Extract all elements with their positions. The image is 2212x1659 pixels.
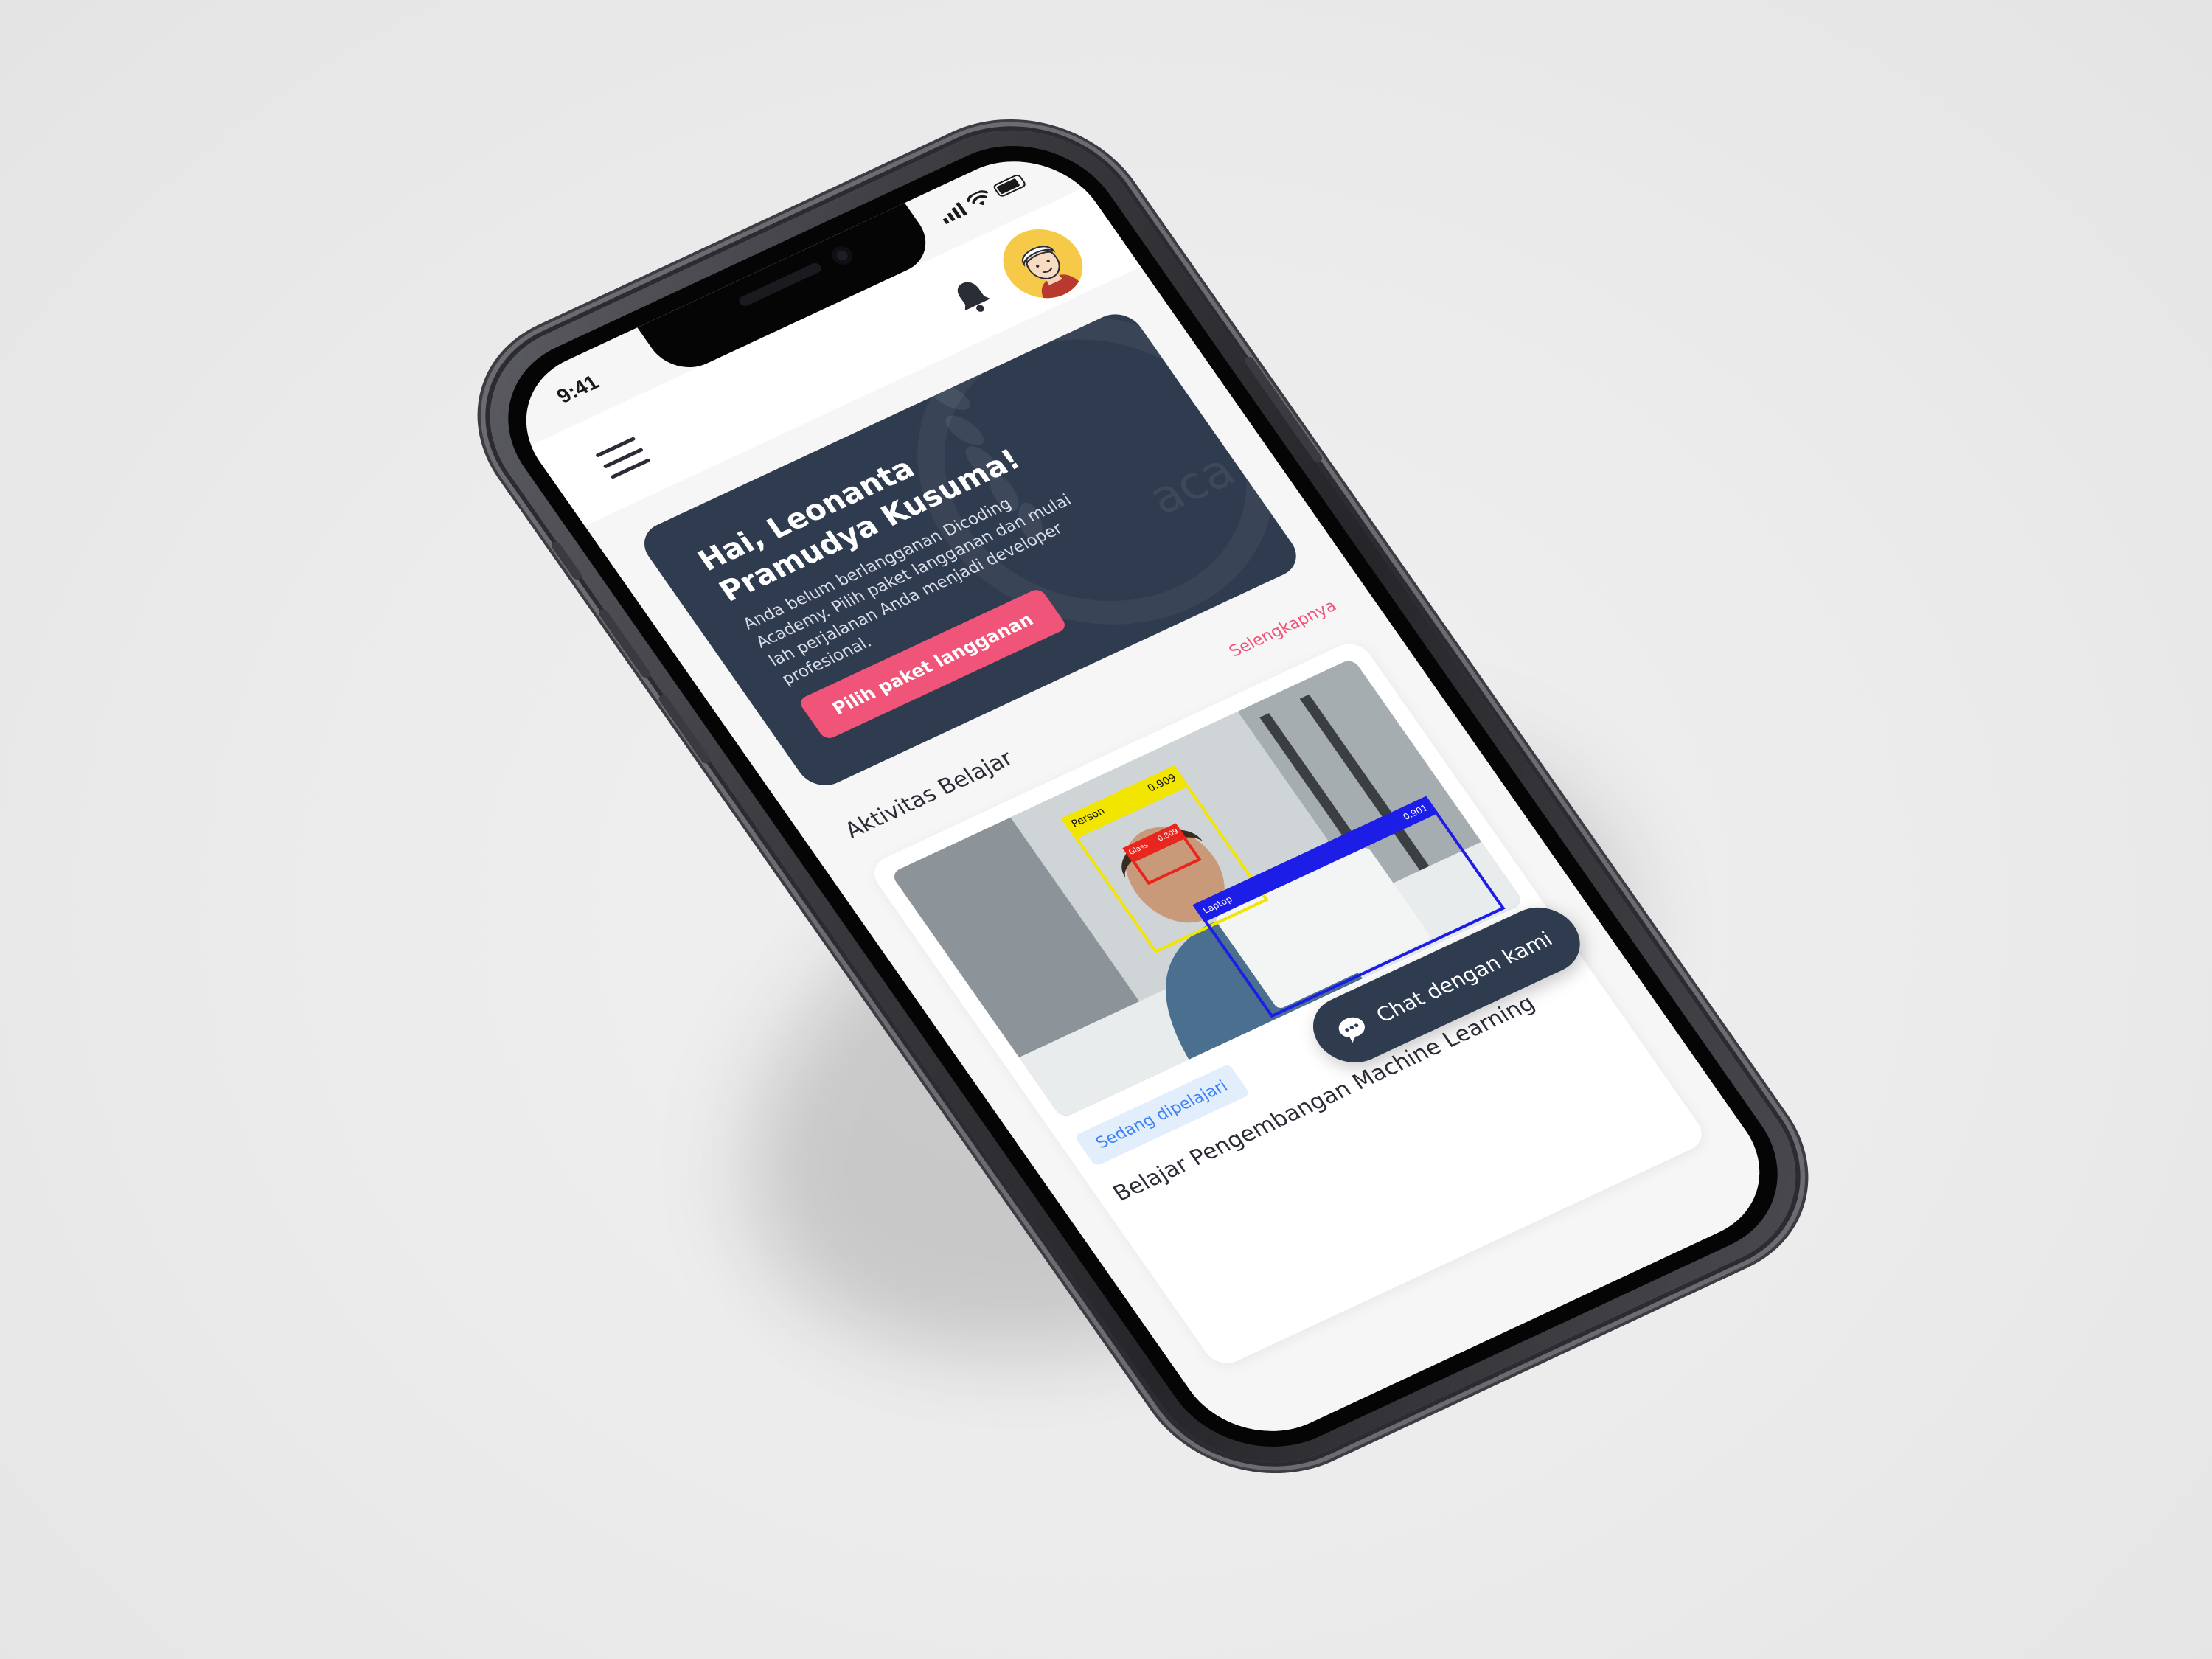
status-time: 9:41 [552, 370, 603, 408]
chat-bubble-icon [1339, 1017, 1366, 1043]
bell-icon[interactable] [945, 274, 999, 321]
cellular-signal-icon [936, 201, 968, 225]
front-camera [827, 243, 857, 268]
hamburger-menu-icon[interactable] [595, 437, 651, 479]
phone-screen: 9:41 aca Hai, Leonanta Pramudya Kusuma! … [493, 135, 1793, 1458]
mockup-stage: 9:41 aca Hai, Leonanta Pramudya Kusuma! … [0, 0, 2212, 1659]
see-more-link[interactable]: Selengkapnya [1225, 597, 1340, 661]
wifi-icon [966, 190, 989, 206]
battery-icon [992, 173, 1028, 198]
phone-device: 9:41 aca Hai, Leonanta Pramudya Kusuma! … [445, 94, 1841, 1498]
